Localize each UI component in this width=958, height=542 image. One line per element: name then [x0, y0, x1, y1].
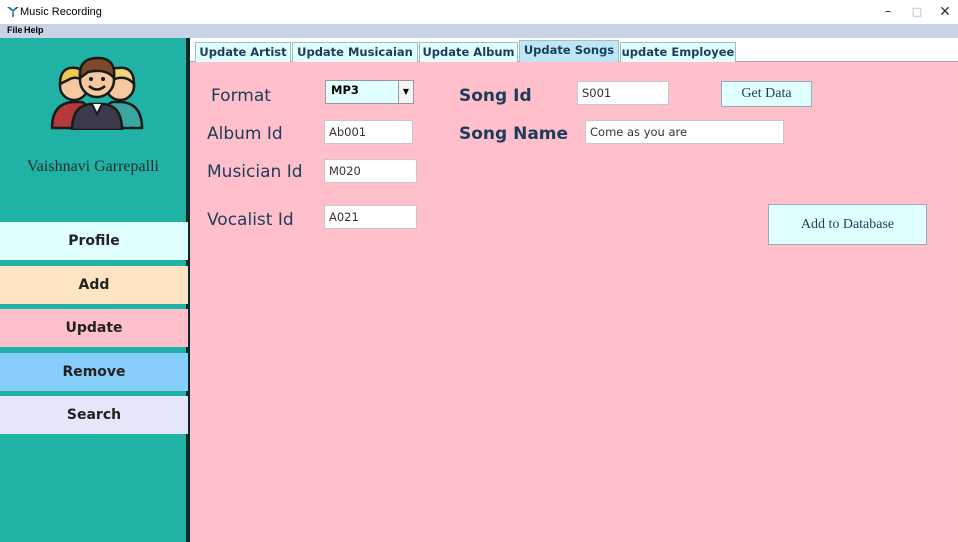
song-name-input[interactable]: Come as you are [585, 120, 784, 144]
tab-update-musician[interactable]: Update Musicaian [292, 42, 418, 62]
album-id-label: Album Id [207, 124, 283, 144]
menu-bar: File Help [0, 24, 958, 38]
sidebar-item-remove[interactable]: Remove [0, 353, 188, 391]
song-id-input[interactable]: S001 [577, 81, 669, 105]
format-value: MP3 [331, 83, 359, 97]
musician-id-label: Musician Id [207, 162, 303, 182]
sidebar-item-update[interactable]: Update [0, 309, 188, 347]
users-group-icon [50, 56, 144, 130]
song-name-label: Song Name [459, 124, 569, 144]
vocalist-id-label: Vocalist Id [207, 210, 294, 230]
update-songs-panel: Format MP3 ▼ Album Id Ab001 Musician Id … [190, 62, 958, 542]
close-button[interactable]: ✕ [930, 2, 958, 22]
minimize-button[interactable]: – [873, 2, 903, 22]
sidebar-item-profile[interactable]: Profile [0, 222, 188, 260]
title-bar: Music Recording – □ ✕ [0, 0, 958, 24]
tab-update-album[interactable]: Update Album [419, 42, 518, 62]
tab-strip: Update Artist Update Musicaian Update Al… [190, 38, 958, 62]
menu-help[interactable]: Help [24, 25, 44, 35]
tab-update-songs[interactable]: Update Songs [519, 40, 619, 62]
sidebar-item-search[interactable]: Search [0, 396, 188, 434]
user-name: Vaishnavi Garrepalli [27, 158, 159, 175]
format-label: Format [211, 86, 271, 106]
menu-file[interactable]: File [7, 25, 23, 35]
get-data-button[interactable]: Get Data [721, 81, 812, 107]
app-icon [7, 7, 19, 17]
vocalist-id-input[interactable]: A021 [324, 205, 417, 229]
song-id-label: Song Id [459, 86, 532, 106]
sidebar-item-add[interactable]: Add [0, 266, 188, 304]
format-dropdown[interactable]: MP3 ▼ [325, 80, 414, 104]
tab-update-employee[interactable]: update Employee [620, 42, 736, 62]
musician-id-input[interactable]: M020 [324, 159, 417, 183]
tab-update-artist[interactable]: Update Artist [195, 42, 291, 62]
chevron-down-icon[interactable]: ▼ [398, 81, 413, 103]
album-id-input[interactable]: Ab001 [324, 120, 413, 144]
window-title: Music Recording [20, 6, 102, 18]
add-to-database-button[interactable]: Add to Database [768, 204, 927, 245]
maximize-button[interactable]: □ [902, 2, 932, 22]
